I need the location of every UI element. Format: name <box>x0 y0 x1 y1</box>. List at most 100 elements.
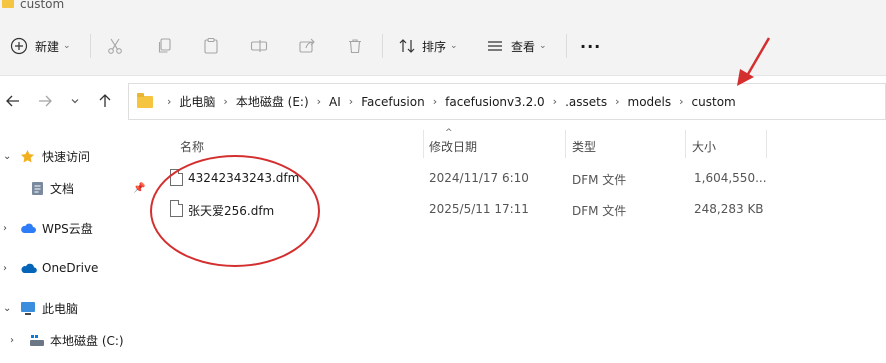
column-header-modified[interactable]: 修改日期 <box>429 138 477 155</box>
chevron-right-icon: › <box>167 95 172 108</box>
scissors-icon <box>108 38 122 54</box>
toolbar-divider <box>90 34 91 58</box>
share-icon <box>299 38 315 53</box>
command-bar: 新建 ⌄ 排序 ⌄ 查看 ⌄ ··· <box>0 14 886 76</box>
chevron-down-icon[interactable]: ⌄ <box>3 151 13 162</box>
plus-circle-icon <box>10 37 28 55</box>
sidebar-item-documents[interactable]: 文档 📌 <box>0 177 150 199</box>
breadcrumb-item[interactable]: 本地磁盘 (E:) <box>236 93 309 110</box>
column-divider[interactable] <box>766 130 767 158</box>
toolbar-divider <box>566 34 567 58</box>
view-list-icon <box>488 41 502 51</box>
sidebar-item-drive-c[interactable]: › 本地磁盘 (C:) <box>0 329 150 351</box>
delete-button[interactable] <box>346 36 364 56</box>
file-list-header: ^ 名称 修改日期 类型 大小 <box>150 128 770 160</box>
column-divider[interactable] <box>423 130 424 158</box>
folder-icon <box>137 92 153 108</box>
new-label: 新建 <box>35 39 60 54</box>
pin-icon: 📌 <box>133 182 146 194</box>
cut-button[interactable] <box>106 36 124 56</box>
column-header-name[interactable]: 名称 <box>180 138 204 155</box>
column-divider[interactable] <box>685 130 686 158</box>
chevron-right-icon: › <box>432 95 438 108</box>
chevron-right-icon: › <box>348 95 354 108</box>
chevron-down-icon: ⌄ <box>63 41 71 51</box>
chevron-right-icon: › <box>615 95 620 108</box>
chevron-right-icon: › <box>552 95 558 108</box>
sidebar-item-label: 此电脑 <box>42 301 79 316</box>
chevron-right-icon: › <box>316 95 322 108</box>
file-type: DFM 文件 <box>572 173 627 187</box>
sort-button[interactable]: 排序 ⌄ <box>398 36 458 56</box>
column-divider[interactable] <box>565 130 566 158</box>
share-button[interactable] <box>298 36 316 56</box>
breadcrumb-item[interactable]: models <box>628 95 672 109</box>
arrow-right-icon <box>39 95 52 107</box>
sort-icon <box>399 39 415 53</box>
column-header-size[interactable]: 大小 <box>692 138 716 155</box>
chevron-down-icon: ⌄ <box>539 41 547 51</box>
breadcrumb-item[interactable]: custom <box>692 95 736 109</box>
navigation-pane: ⌄ 快速访问 文档 📌 › WPS云盘 › OneDrive ⌄ 此电脑 › 本… <box>0 125 150 363</box>
chevron-down-icon <box>71 99 79 104</box>
column-header-type[interactable]: 类型 <box>572 138 596 155</box>
file-row[interactable]: 43242343243.dfm 2024/11/17 6:10 DFM 文件 1… <box>150 166 770 192</box>
chevron-down-icon: ⌄ <box>450 41 458 51</box>
star-icon <box>20 149 35 162</box>
sidebar-item-label: WPS云盘 <box>42 221 93 236</box>
view-label: 查看 <box>511 39 536 54</box>
sidebar-item-quick-access[interactable]: ⌄ 快速访问 <box>0 145 150 167</box>
onedrive-icon <box>21 263 37 273</box>
new-button[interactable]: 新建 ⌄ <box>10 36 71 56</box>
rename-icon <box>250 40 268 52</box>
sidebar-item-onedrive[interactable]: › OneDrive <box>0 257 150 279</box>
back-button[interactable] <box>4 92 22 110</box>
address-bar[interactable]: › 此电脑 › 本地磁盘 (E:) › AI › Facefusion › fa… <box>128 83 886 120</box>
view-button[interactable]: 查看 ⌄ <box>486 36 547 56</box>
document-icon <box>32 181 43 195</box>
file-icon <box>170 169 183 186</box>
forward-button[interactable] <box>36 92 54 110</box>
rename-button[interactable] <box>250 36 268 56</box>
file-modified: 2024/11/17 6:10 <box>429 171 529 185</box>
file-name: 张天爱256.dfm <box>188 204 275 218</box>
file-icon <box>170 200 183 217</box>
sidebar-item-wps-cloud[interactable]: › WPS云盘 <box>0 217 150 239</box>
breadcrumb-item[interactable]: Facefusion <box>361 95 425 109</box>
file-type: DFM 文件 <box>572 204 627 218</box>
drive-icon <box>30 334 44 346</box>
file-name: 43242343243.dfm <box>188 171 300 185</box>
chevron-right-icon: › <box>223 95 228 108</box>
paste-button[interactable] <box>202 36 220 56</box>
more-icon: ··· <box>580 36 602 56</box>
trash-icon <box>349 39 361 54</box>
computer-icon <box>21 301 35 315</box>
up-button[interactable] <box>96 92 114 110</box>
sidebar-item-label: 本地磁盘 (C:) <box>50 333 124 348</box>
sort-label: 排序 <box>422 39 447 54</box>
window-title: custom <box>20 0 65 11</box>
file-size: 248,283 KB <box>694 202 764 216</box>
file-modified: 2025/5/11 17:11 <box>429 202 529 216</box>
copy-button[interactable] <box>156 36 174 56</box>
arrow-left-icon <box>6 95 19 107</box>
folder-icon <box>2 0 14 8</box>
sidebar-item-this-pc[interactable]: ⌄ 此电脑 <box>0 297 150 319</box>
chevron-right-icon[interactable]: › <box>3 223 13 234</box>
copy-icon <box>158 38 171 53</box>
chevron-right-icon: › <box>679 95 684 108</box>
sidebar-item-label: OneDrive <box>42 261 99 275</box>
recent-locations-button[interactable] <box>66 92 84 110</box>
chevron-down-icon[interactable]: ⌄ <box>3 303 13 314</box>
breadcrumb-item[interactable]: facefusionv3.2.0 <box>445 95 545 109</box>
breadcrumb-item[interactable]: 此电脑 <box>179 93 215 110</box>
chevron-right-icon[interactable]: › <box>10 335 20 346</box>
more-button[interactable]: ··· <box>580 36 601 56</box>
file-row[interactable]: 张天爱256.dfm 2025/5/11 17:11 DFM 文件 248,28… <box>150 197 770 223</box>
file-size: 1,604,550... <box>694 171 767 185</box>
arrow-up-icon <box>99 94 111 107</box>
sort-ascending-icon: ^ <box>445 128 453 138</box>
chevron-right-icon[interactable]: › <box>3 263 13 274</box>
breadcrumb-item[interactable]: AI <box>329 95 341 109</box>
breadcrumb-item[interactable]: .assets <box>565 95 607 109</box>
